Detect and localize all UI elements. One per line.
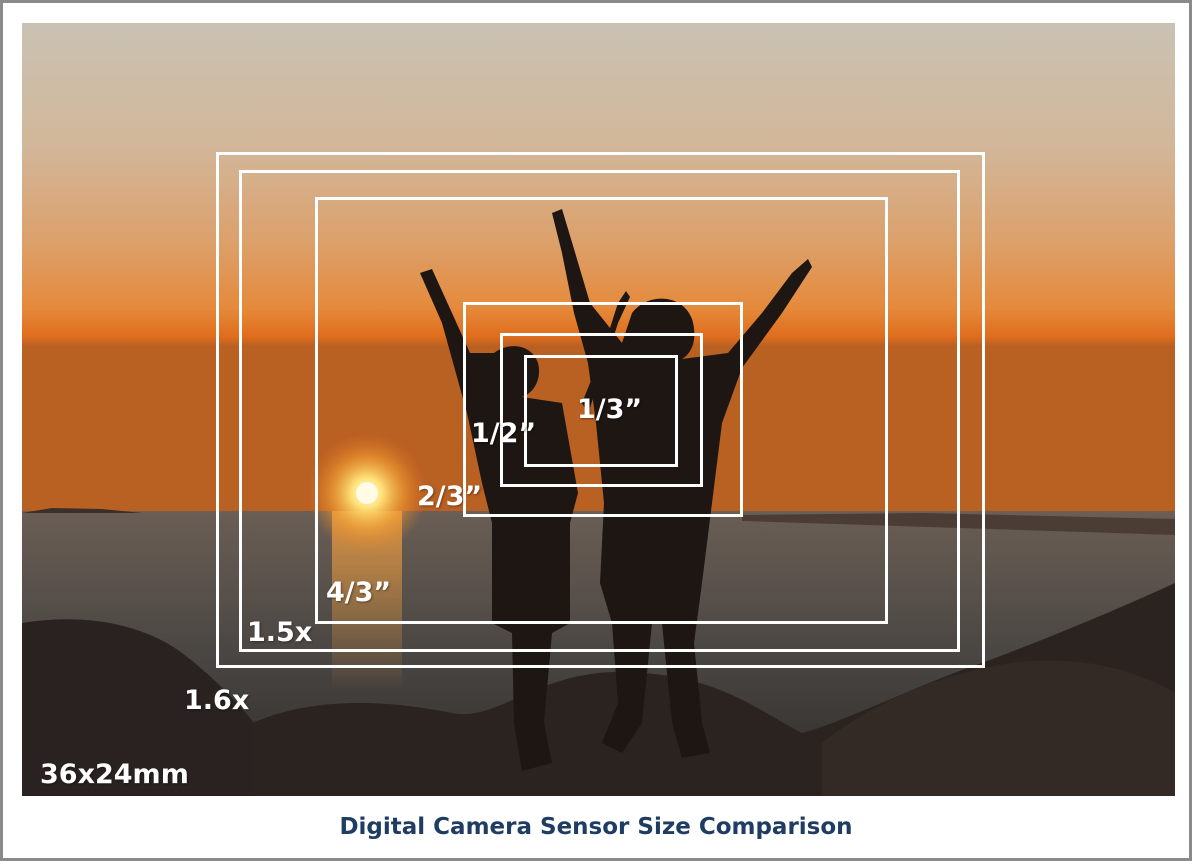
- sensor-label-1-6x: 1.6x: [184, 685, 250, 716]
- sensor-label-1-2: 1/2”: [471, 418, 537, 449]
- sensor-label-1-5x: 1.5x: [247, 617, 313, 648]
- sunset-photo: 36x24mm 1.6x 1.5x 4/3” 2/3” 1/2” 1/3”: [22, 23, 1175, 796]
- sensor-label-1-3: 1/3”: [577, 394, 643, 425]
- sensor-label-36x24mm: 36x24mm: [40, 759, 189, 790]
- sensor-label-2-3: 2/3”: [417, 481, 483, 512]
- sensor-label-4-3: 4/3”: [326, 577, 392, 608]
- figure-caption: Digital Camera Sensor Size Comparison: [339, 814, 853, 840]
